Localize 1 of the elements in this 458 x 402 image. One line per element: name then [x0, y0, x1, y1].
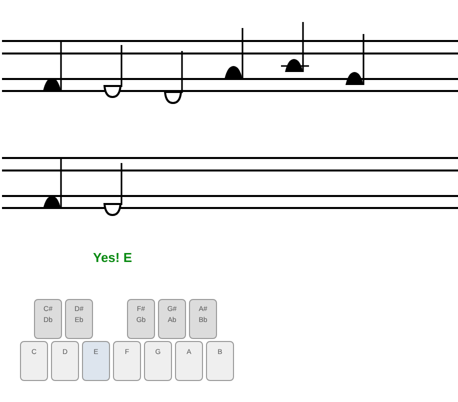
feedback-message: Yes! E	[93, 250, 134, 266]
